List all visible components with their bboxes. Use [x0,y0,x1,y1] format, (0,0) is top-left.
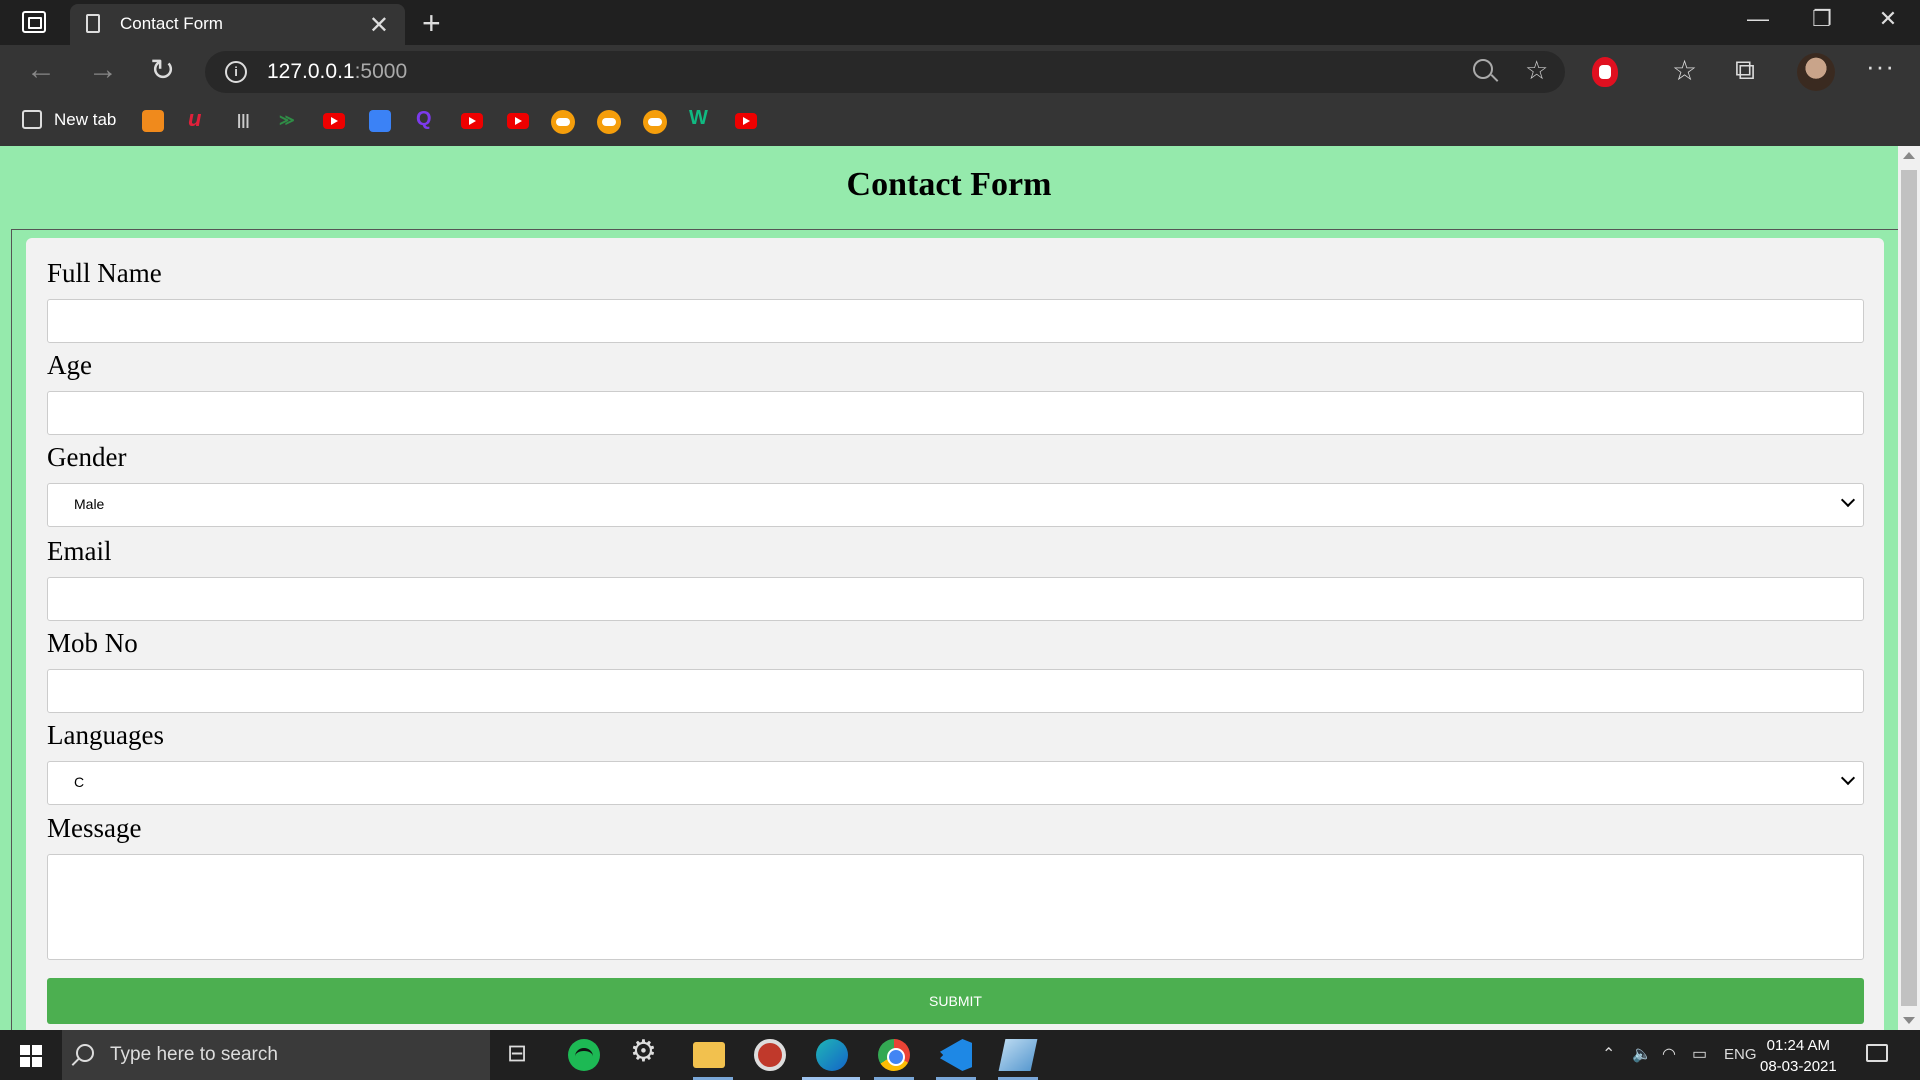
youtube-icon[interactable] [507,113,529,129]
adblock-extension-icon[interactable] [1592,57,1618,87]
settings-gear-icon[interactable]: ⚙ [630,1034,662,1068]
notification-icon[interactable] [1866,1044,1888,1062]
vscode-icon[interactable] [940,1039,972,1071]
windows-taskbar: Type here to search ⊟ ⚙ ⌃ 🔈 ◠ ▭ ENG 01:2… [0,1030,1920,1080]
tab-actions-icon[interactable] [22,11,46,33]
close-tab-icon[interactable]: ✕ [369,11,389,40]
page-scrollbar[interactable] [1898,146,1920,1030]
clock-time: 01:24 AM [1766,1037,1831,1054]
volume-icon[interactable]: 🔈 [1632,1044,1652,1064]
udemy-icon[interactable]: u [188,106,210,131]
settings-more-button[interactable]: ··· [1866,51,1895,82]
wg-icon[interactable]: W [689,107,711,129]
circle-orange-icon[interactable] [551,110,575,134]
quora-icon[interactable]: Q [416,108,438,130]
url-text: 127.0.0.1:5000 [267,60,408,83]
scroll-up-arrow[interactable] [1903,152,1915,159]
notepad-icon[interactable] [998,1039,1038,1071]
tab-contact-form[interactable]: Contact Form ✕ [70,4,405,45]
address-bar[interactable]: i 127.0.0.1:5000 ☆ [205,51,1565,93]
new-tab-bookmark-icon[interactable] [22,110,42,129]
email-label: Email [47,536,112,566]
info-icon[interactable]: i [225,61,247,83]
tab-title: Contact Form [120,14,223,33]
youtube-icon[interactable] [461,113,483,129]
age-label: Age [47,350,92,380]
youtube-icon[interactable] [323,113,345,129]
browser-toolbar: ← → ↻ i 127.0.0.1:5000 ☆ ☆ ⧉ ··· [0,45,1920,100]
wifi-icon[interactable]: ◠ [1662,1044,1676,1064]
language-indicator[interactable]: ENG [1724,1046,1757,1063]
circle-orange-icon[interactable] [597,110,621,134]
youtube-icon[interactable] [735,113,757,129]
reload-button[interactable]: ↻ [150,53,175,88]
mob-no-input[interactable] [47,669,1864,713]
message-label: Message [47,813,142,843]
bookmarks-bar: New tab u ≫ Q W [0,100,1920,146]
page-content: Contact Form Full Name Age Gender Male E… [0,146,1898,1030]
page-icon [86,14,100,33]
minimize-button[interactable]: — [1738,6,1778,32]
favorites-icon[interactable]: ☆ [1672,54,1697,87]
full-name-input[interactable] [47,299,1864,343]
bookmark-new-tab[interactable]: New tab [54,110,116,130]
languages-selected-value: C [74,774,85,790]
media-player-icon[interactable] [754,1039,786,1071]
page-title: Contact Form [846,166,1052,203]
gfg-icon[interactable]: ≫ [279,111,301,133]
spotify-icon[interactable] [568,1039,600,1071]
submit-button[interactable]: SUBMIT [47,978,1864,1024]
edge-icon[interactable] [816,1039,848,1071]
contacts-icon[interactable] [369,110,391,132]
taskbar-search-box[interactable]: Type here to search [62,1030,490,1080]
circle-orange-icon[interactable] [643,110,667,134]
search-icon [76,1044,94,1062]
gender-selected-value: Male [74,496,105,512]
system-clock[interactable]: 01:24 AM 08-03-2021 [1760,1035,1837,1077]
browser-titlebar: Contact Form ✕ + — ❐ ✕ [0,0,1920,45]
message-textarea[interactable] [47,854,1864,960]
email-input[interactable] [47,577,1864,621]
tray-chevron-up-icon[interactable]: ⌃ [1602,1044,1615,1064]
chevron-down-icon [1840,492,1856,508]
mob-no-label: Mob No [47,628,138,658]
file-explorer-icon[interactable] [693,1042,725,1068]
task-view-icon[interactable]: ⊟ [507,1039,539,1071]
add-favorite-icon[interactable]: ☆ [1525,55,1548,86]
orange-fox-icon[interactable] [142,110,164,132]
clock-date: 08-03-2021 [1760,1058,1837,1075]
profile-avatar[interactable] [1797,53,1835,91]
languages-label: Languages [47,720,164,750]
languages-select[interactable]: C [47,761,1864,805]
collections-icon[interactable]: ⧉ [1735,54,1755,87]
gender-label: Gender [47,442,127,472]
forward-button[interactable]: → [88,53,118,87]
back-button[interactable]: ← [26,53,56,87]
zoom-out-icon[interactable] [1473,59,1493,79]
bars-icon[interactable] [233,110,255,132]
battery-icon[interactable]: ▭ [1692,1044,1707,1064]
chevron-down-icon [1840,770,1856,786]
full-name-label: Full Name [47,258,162,288]
new-tab-button[interactable]: + [422,5,441,42]
restore-button[interactable]: ❐ [1802,6,1842,32]
age-input[interactable] [47,391,1864,435]
windows-start-icon[interactable] [20,1045,42,1067]
gender-select[interactable]: Male [47,483,1864,527]
search-placeholder: Type here to search [110,1044,278,1065]
scrollbar-thumb[interactable] [1901,170,1917,1006]
close-window-button[interactable]: ✕ [1868,6,1908,32]
chrome-icon[interactable] [878,1039,910,1071]
scroll-down-arrow[interactable] [1903,1017,1915,1024]
